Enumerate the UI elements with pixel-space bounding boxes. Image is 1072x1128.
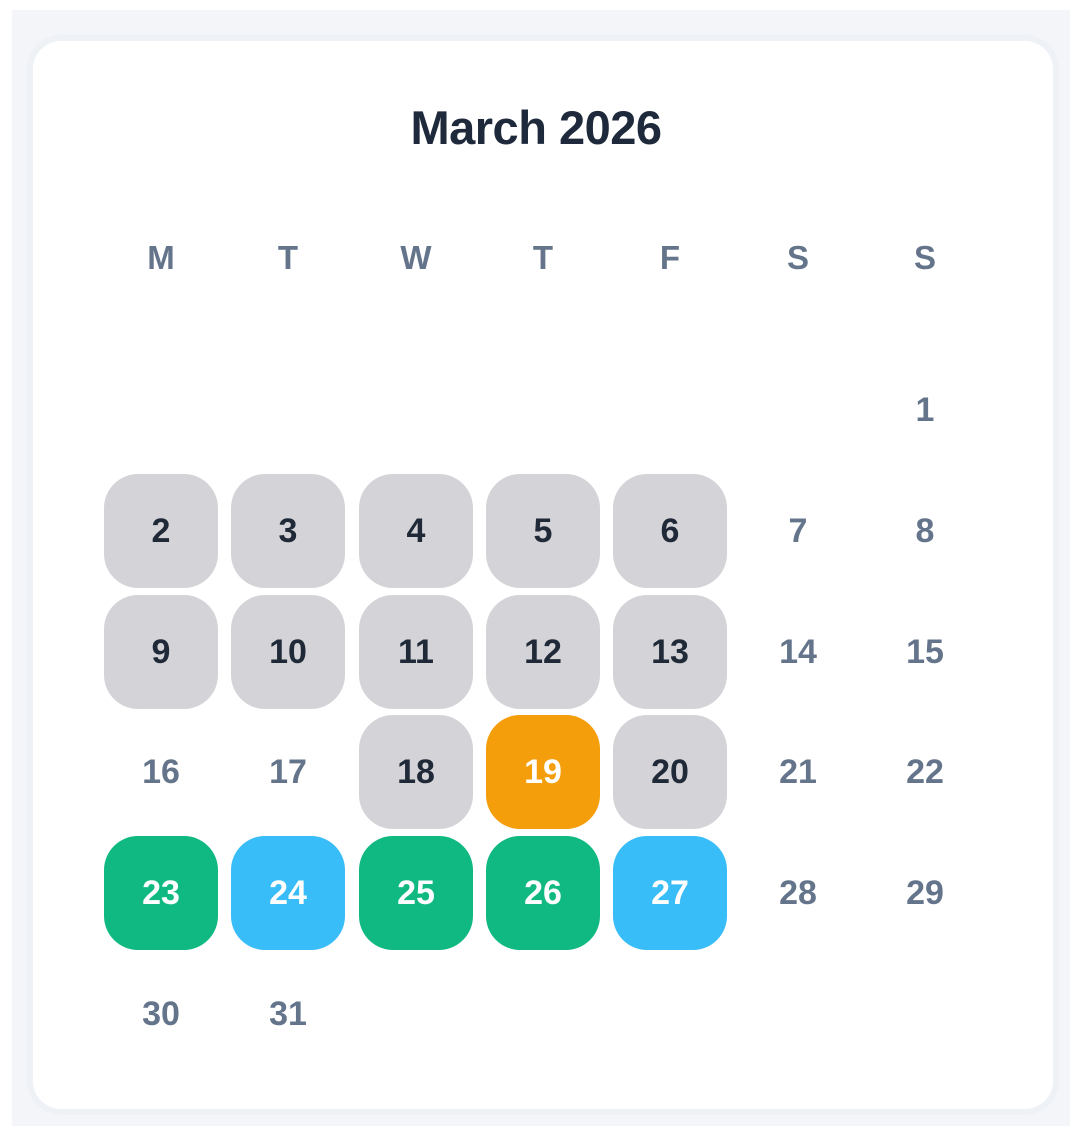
day-cell-2[interactable]: 2 xyxy=(104,474,218,588)
day-cell-23[interactable]: 23 xyxy=(104,836,218,950)
day-cell-13[interactable]: 13 xyxy=(613,595,727,709)
day-grid: 1 2 3 4 5 6 7 8 9 10 11 12 13 14 15 16 17 18 19 20 21 22 23 24 2… xyxy=(0,0,1072,1128)
day-cell-10[interactable]: 10 xyxy=(231,595,345,709)
day-cell-30[interactable]: 30 xyxy=(104,957,218,1071)
day-cell-31[interactable]: 31 xyxy=(231,957,345,1071)
day-cell-11[interactable]: 11 xyxy=(359,595,473,709)
day-cell-19[interactable]: 19 xyxy=(486,715,600,829)
day-cell-9[interactable]: 9 xyxy=(104,595,218,709)
day-cell-3[interactable]: 3 xyxy=(231,474,345,588)
day-cell-4[interactable]: 4 xyxy=(359,474,473,588)
day-cell-17[interactable]: 17 xyxy=(231,715,345,829)
day-cell-25[interactable]: 25 xyxy=(359,836,473,950)
day-cell-1[interactable]: 1 xyxy=(868,353,982,467)
day-cell-24[interactable]: 24 xyxy=(231,836,345,950)
day-cell-22[interactable]: 22 xyxy=(868,715,982,829)
day-cell-14[interactable]: 14 xyxy=(741,595,855,709)
day-cell-18[interactable]: 18 xyxy=(359,715,473,829)
day-cell-16[interactable]: 16 xyxy=(104,715,218,829)
day-cell-15[interactable]: 15 xyxy=(868,595,982,709)
day-cell-28[interactable]: 28 xyxy=(741,836,855,950)
day-cell-6[interactable]: 6 xyxy=(613,474,727,588)
day-cell-12[interactable]: 12 xyxy=(486,595,600,709)
day-cell-7[interactable]: 7 xyxy=(741,474,855,588)
day-cell-8[interactable]: 8 xyxy=(868,474,982,588)
day-cell-20[interactable]: 20 xyxy=(613,715,727,829)
day-cell-26[interactable]: 26 xyxy=(486,836,600,950)
day-cell-5[interactable]: 5 xyxy=(486,474,600,588)
day-cell-27[interactable]: 27 xyxy=(613,836,727,950)
day-cell-21[interactable]: 21 xyxy=(741,715,855,829)
day-cell-29[interactable]: 29 xyxy=(868,836,982,950)
